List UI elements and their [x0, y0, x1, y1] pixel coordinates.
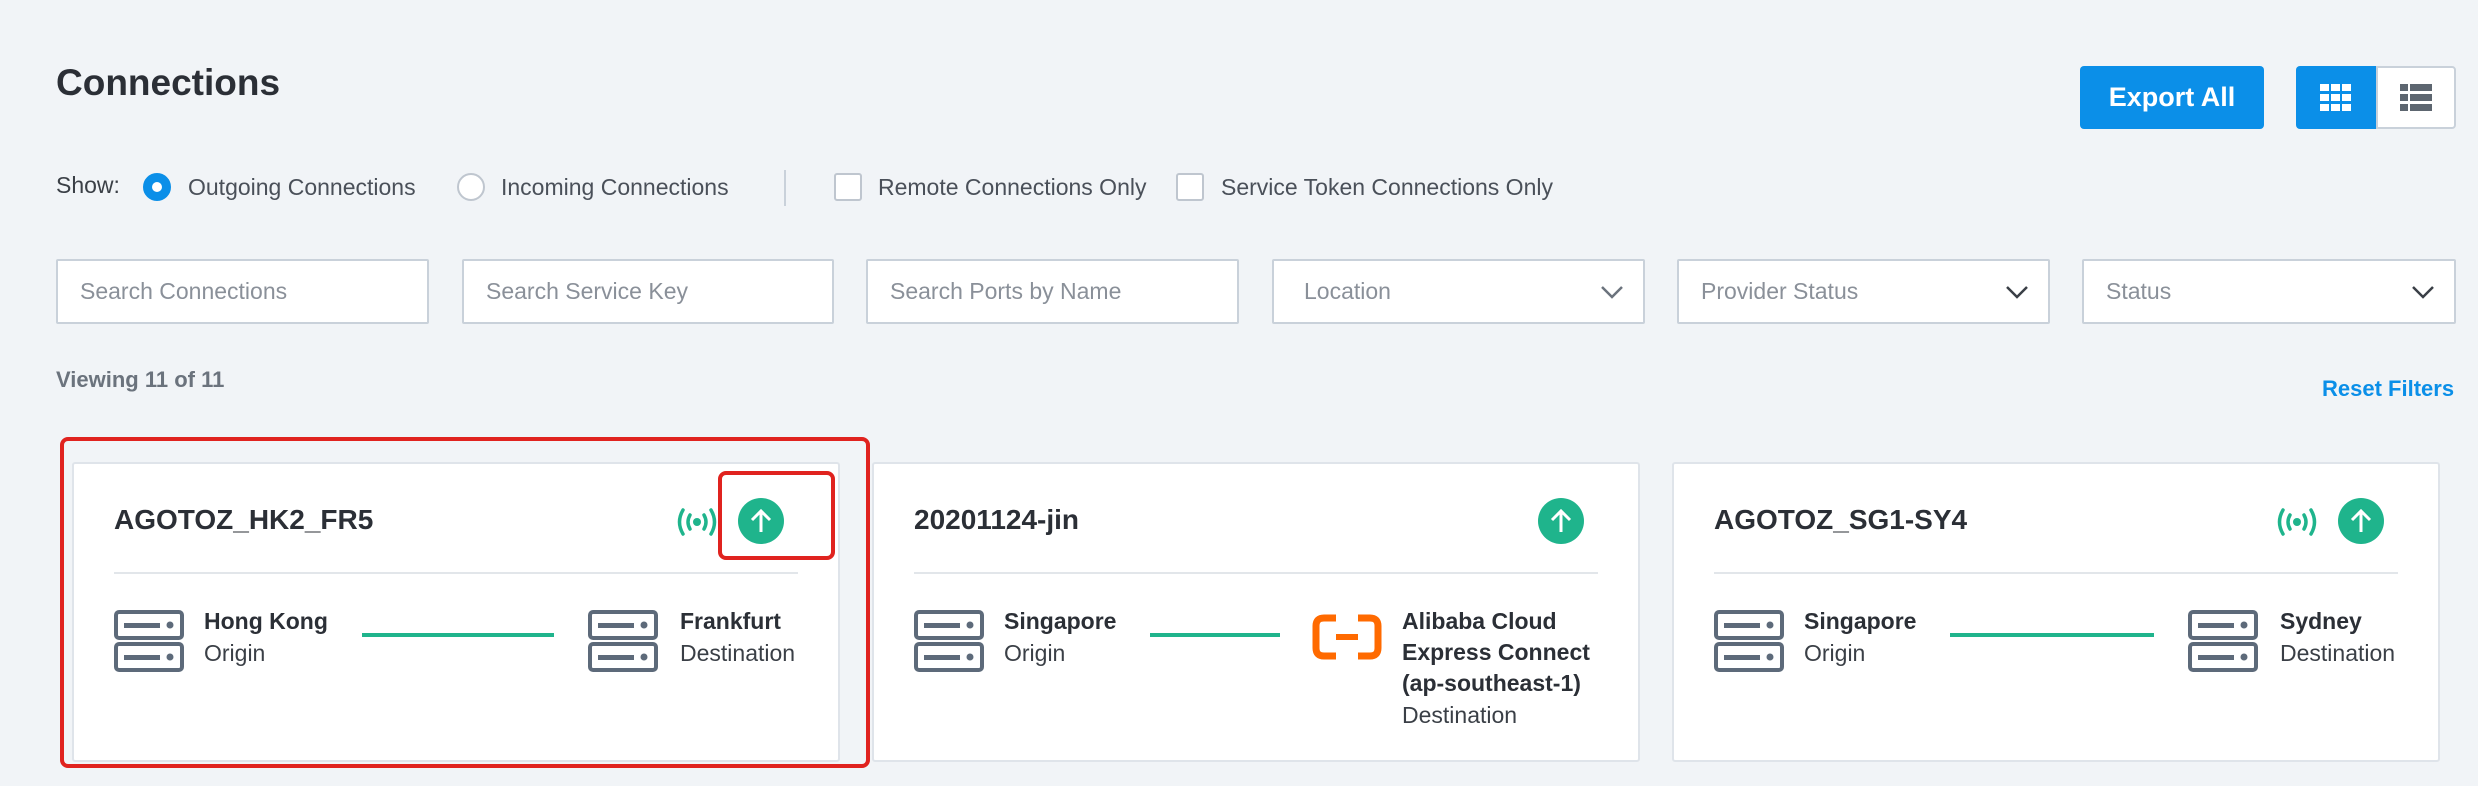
outgoing-label: Outgoing Connections [188, 174, 416, 200]
location-select-label: Location [1304, 278, 1391, 304]
status-up-badge [2338, 498, 2384, 544]
destination-name-line2: Express Connect [1402, 639, 1590, 665]
connection-name: 20201124-jin [914, 504, 1080, 535]
viewing-count: Viewing 11 of 11 [56, 367, 225, 392]
export-all-button[interactable]: Export All [2080, 66, 2264, 129]
server-icon [914, 610, 984, 672]
status-select[interactable]: Status [2082, 259, 2456, 324]
incoming-label: Incoming Connections [501, 174, 729, 200]
origin-role: Origin [1004, 640, 1066, 666]
show-label: Show: [56, 172, 120, 198]
chevron-down-icon [2412, 286, 2434, 299]
connection-name: AGOTOZ_SG1-SY4 [1714, 504, 1968, 535]
arrow-up-icon [1550, 508, 1572, 532]
connection-link-line [1950, 633, 2154, 637]
status-up-badge [1538, 498, 1584, 544]
arrow-up-icon [2350, 508, 2372, 532]
destination-role: Destination [2280, 640, 2396, 666]
divider [1714, 572, 2398, 574]
search-ports-placeholder: Search Ports by Name [890, 278, 1122, 304]
service-token-only-label: Service Token Connections Only [1221, 174, 1553, 200]
search-ports-input[interactable]: Search Ports by Name [866, 259, 1239, 324]
status-select-label: Status [2106, 278, 2172, 304]
highlight-box-status [718, 471, 835, 560]
location-select[interactable]: Location [1272, 259, 1645, 324]
connection-card[interactable]: 20201124-jin Singapore Origin Alibaba Cl… [872, 462, 1640, 762]
outgoing-radio[interactable] [143, 173, 171, 201]
chevron-down-icon [2006, 286, 2028, 299]
server-icon [1714, 610, 1784, 672]
reset-filters-link[interactable]: Reset Filters [2322, 376, 2454, 402]
origin-name: Singapore [1004, 608, 1117, 634]
provider-status-select[interactable]: Provider Status [1677, 259, 2050, 324]
list-view-button[interactable] [2376, 66, 2456, 129]
connection-link-line [1150, 633, 1280, 637]
server-icon [2188, 610, 2258, 672]
destination-role: Destination [1402, 702, 1518, 728]
remote-only-label: Remote Connections Only [878, 174, 1147, 200]
search-service-key-input[interactable]: Search Service Key [462, 259, 834, 324]
origin-role: Origin [1804, 640, 1866, 666]
grid-view-button[interactable] [2296, 66, 2376, 129]
destination-name: Sydney [2280, 608, 2362, 634]
alibaba-cloud-logo-icon [1312, 614, 1382, 660]
search-connections-input[interactable]: Search Connections [56, 259, 429, 324]
origin-name: Singapore [1804, 608, 1917, 634]
divider [784, 170, 786, 206]
search-connections-placeholder: Search Connections [80, 278, 288, 304]
wireless-signal-icon [2277, 508, 2317, 536]
page-title: Connections [56, 62, 281, 103]
list-view-icon [2400, 83, 2432, 111]
chevron-down-icon [1601, 286, 1623, 299]
grid-view-icon [2320, 83, 2351, 111]
remote-only-checkbox[interactable] [834, 173, 862, 201]
connection-card[interactable]: AGOTOZ_SG1-SY4 Singapore Origin Sydney D… [1672, 462, 2440, 762]
divider [914, 572, 1598, 574]
service-token-only-checkbox[interactable] [1176, 173, 1204, 201]
search-service-key-placeholder: Search Service Key [486, 278, 688, 304]
provider-status-select-label: Provider Status [1701, 278, 1859, 304]
destination-name-line1: Alibaba Cloud [1402, 608, 1557, 634]
incoming-radio[interactable] [457, 173, 485, 201]
destination-name-line3: (ap-southeast-1) [1402, 670, 1581, 696]
